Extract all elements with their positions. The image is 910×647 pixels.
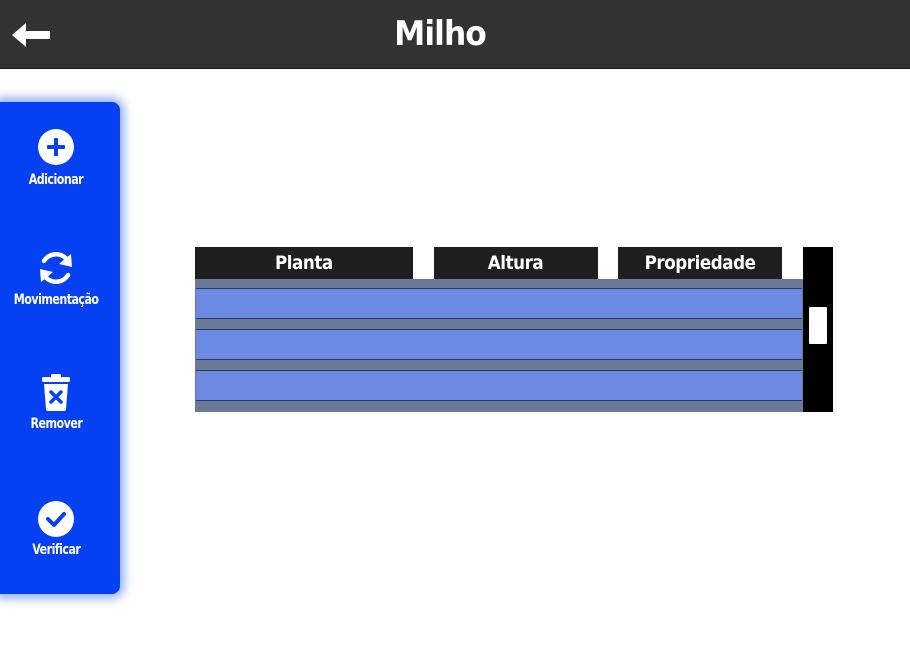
column-header-propriedade[interactable]: Propriedade: [618, 247, 782, 279]
sidebar-item-adicionar[interactable]: Adicionar: [0, 128, 112, 212]
sidebar-item-label: Adicionar: [28, 172, 84, 188]
sidebar-item-movimentacao[interactable]: Movimentação: [0, 248, 112, 332]
sidebar-item-remover[interactable]: Remover: [0, 372, 112, 456]
table-row[interactable]: [196, 288, 802, 319]
column-header-altura[interactable]: Altura: [434, 247, 598, 279]
check-circle-icon: [38, 501, 74, 537]
sidebar: Adicionar Movimentação Remover Verificar: [0, 102, 120, 594]
data-table: Planta Altura Propriedade: [195, 247, 833, 412]
scrollbar-thumb[interactable]: [809, 307, 827, 344]
sidebar-item-label: Remover: [30, 416, 82, 432]
trash-icon: [42, 374, 70, 411]
column-header-planta[interactable]: Planta: [195, 247, 413, 279]
sidebar-item-label: Movimentação: [13, 292, 99, 308]
sidebar-item-label: Verificar: [31, 542, 81, 558]
page-title: Milho: [394, 14, 487, 54]
plus-circle-icon: [38, 129, 74, 165]
sidebar-item-verificar[interactable]: Verificar: [0, 498, 112, 582]
sync-icon: [40, 252, 72, 284]
table-header: Planta Altura Propriedade: [195, 247, 803, 279]
table-row[interactable]: [196, 329, 802, 360]
header-bar: Milho: [0, 0, 910, 69]
table-body: [195, 279, 803, 412]
table-row[interactable]: [196, 370, 802, 401]
